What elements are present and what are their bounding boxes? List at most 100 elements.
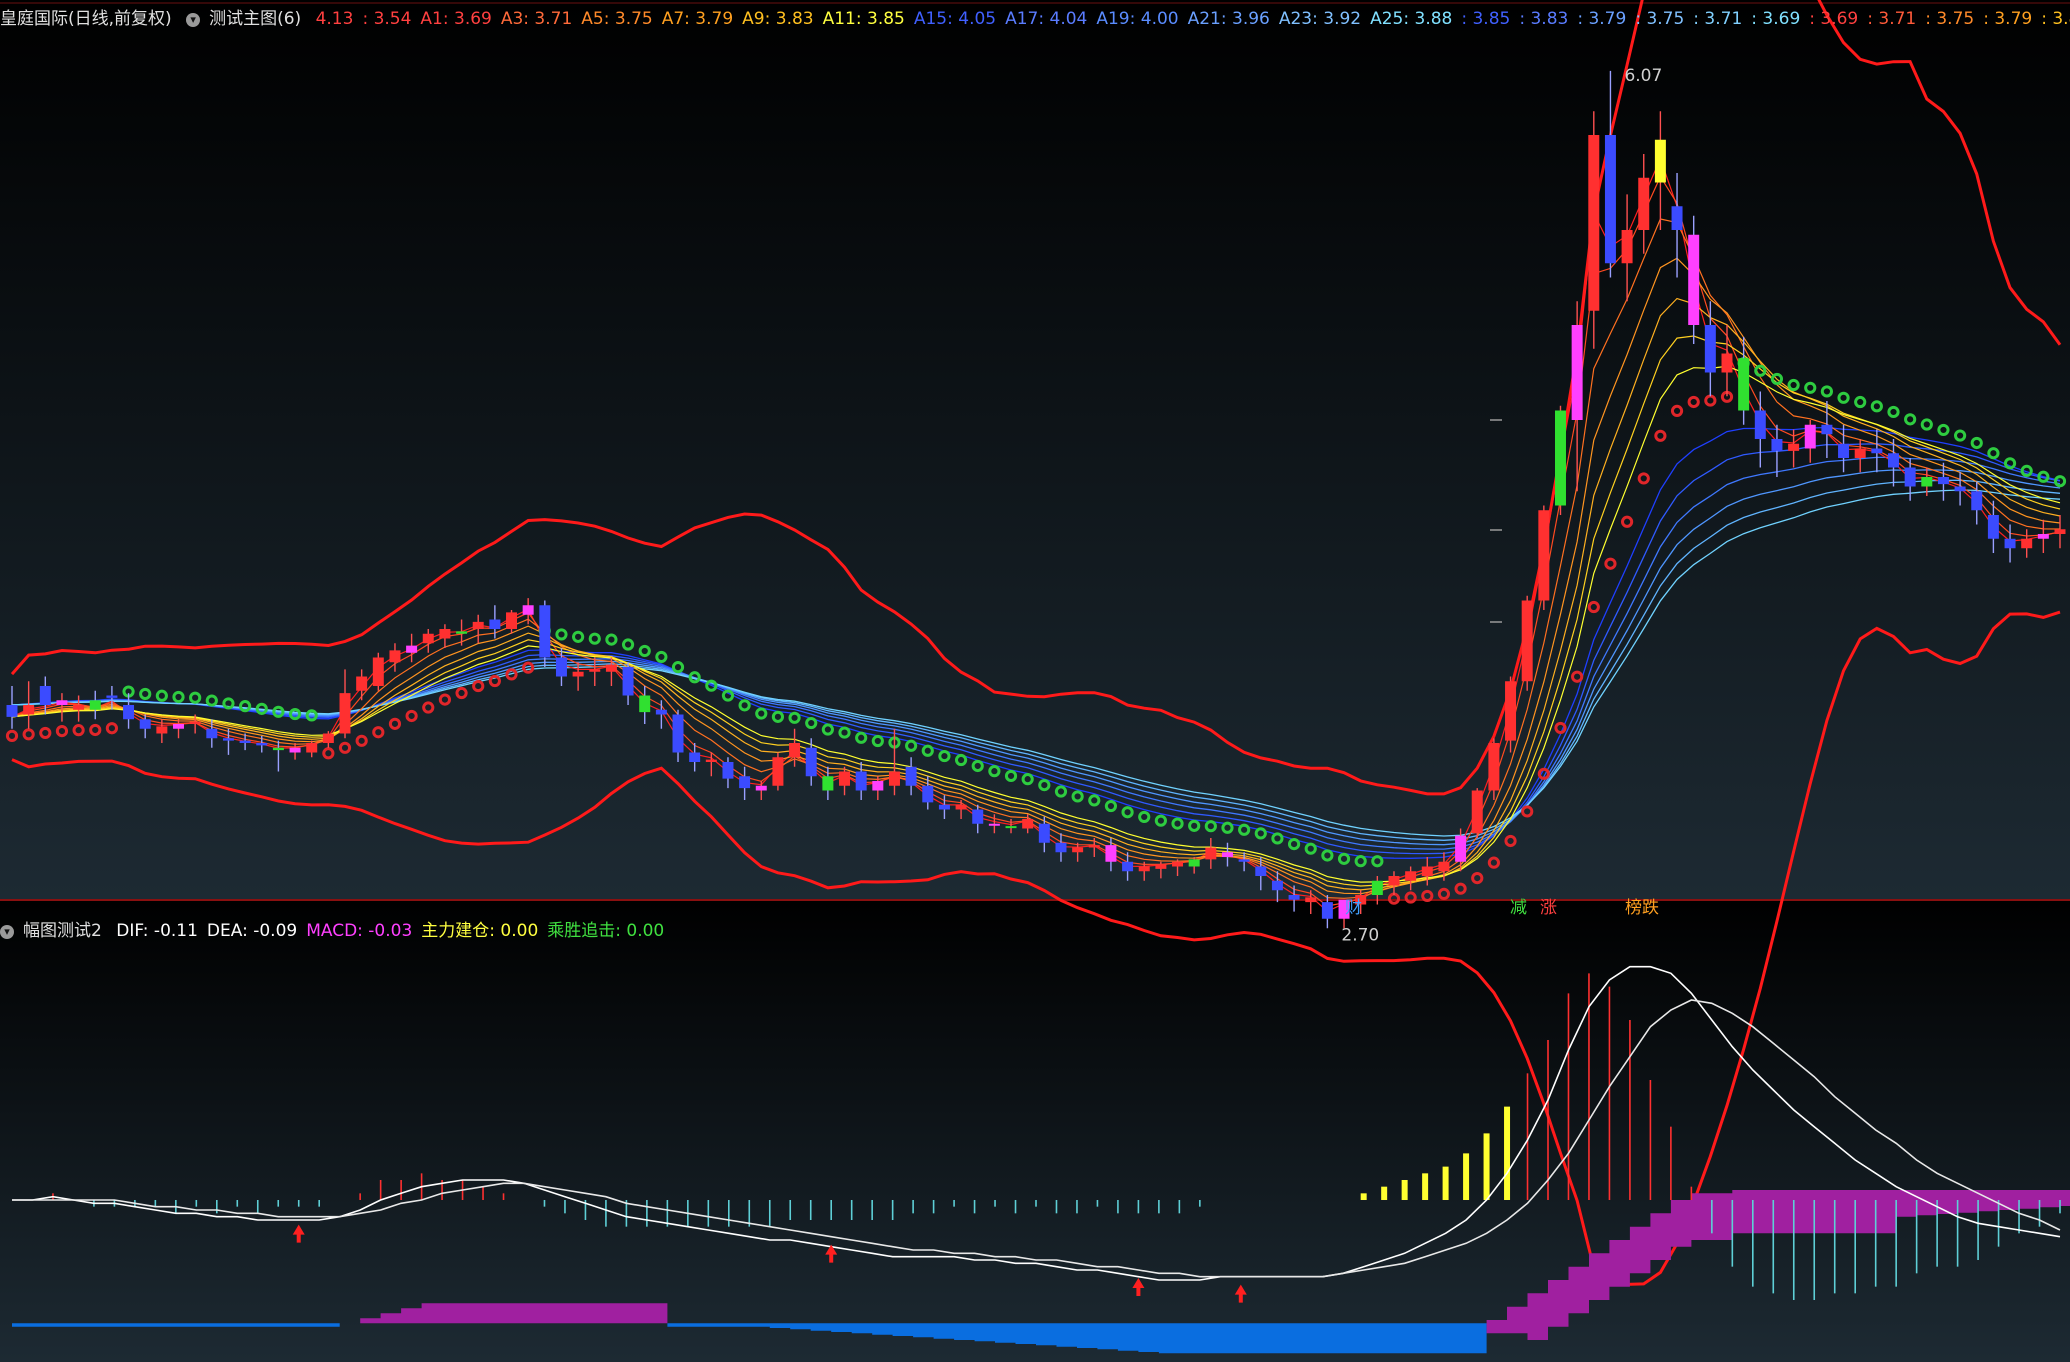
chart-canvas[interactable]: 6.072.70财减涨榜跌 (0, 0, 2070, 1362)
candle-body (1688, 234, 1700, 325)
candle-body (872, 781, 884, 791)
price-readout: 4.13: 3.54 A1: 3.69 A3: 3.71 A5: 3.75 A7: 3.… (316, 9, 2070, 29)
candle-body (1754, 410, 1766, 439)
candle-body (922, 785, 934, 803)
candle-body (1588, 135, 1600, 311)
candle-body (1371, 880, 1383, 895)
candle-body (1488, 743, 1500, 791)
price-value: : 3.75 (1635, 9, 1685, 29)
dropdown-circle-icon[interactable]: ▾ (0, 925, 14, 939)
price-value: : 3.83 (1519, 9, 1569, 29)
price-value: : 3.75 (1925, 9, 1975, 29)
candle-body (522, 605, 534, 615)
macd-readout: DIF: -0.11 DEA: -0.09 MACD: -0.03 主力建仓: 0.0… (116, 921, 673, 941)
candle-body (805, 747, 817, 777)
candle-body (39, 686, 51, 705)
candle-body (372, 657, 384, 686)
candle-body (1421, 866, 1433, 876)
indicator-name[interactable]: 测试主图(6) (209, 9, 301, 29)
candle-body (1138, 866, 1150, 872)
dropdown-circle-icon[interactable]: ▾ (186, 13, 201, 27)
candle-body (389, 650, 401, 663)
candle-body (1971, 491, 1983, 511)
candle-body (772, 757, 784, 786)
candle-body (789, 743, 801, 758)
candle-body (2021, 538, 2033, 549)
signal-label: 涨 (1540, 898, 1557, 918)
candle-body (1038, 823, 1050, 843)
candle-body (1871, 448, 1883, 454)
signal-label: 减 (1510, 898, 1527, 918)
candle-body (123, 705, 135, 720)
candle-body (722, 762, 734, 779)
candle-body (1554, 410, 1566, 506)
candle-body (106, 695, 118, 698)
candle-body (1505, 681, 1517, 741)
candle-body (206, 728, 218, 739)
candle-body (1005, 826, 1017, 829)
candle-body (1538, 510, 1550, 601)
candle-body (2054, 529, 2066, 534)
price-value: : 3.79 (1577, 9, 1627, 29)
candle-body (406, 645, 418, 653)
candle-body (1271, 880, 1283, 891)
candle-body (905, 766, 917, 786)
main-chart-header: 皇庭国际(日线,前复权) ▾ 测试主图(6) 4.13: 3.54 A1: 3.69… (0, 6, 2070, 32)
candle-body (322, 733, 334, 743)
candle-body (1921, 477, 1933, 487)
candle-body (1888, 453, 1899, 468)
candle-body (622, 667, 634, 696)
candle-body (456, 631, 468, 634)
price-value: A21: 3.96 (1187, 9, 1270, 29)
candle-body (1188, 859, 1200, 867)
price-value: : 3.54 (362, 9, 412, 29)
candle-body (1305, 897, 1317, 903)
candle-body (1904, 467, 1916, 487)
price-value: A19: 4.00 (1096, 9, 1179, 29)
candle-body (1088, 845, 1100, 848)
candle-body (955, 804, 967, 810)
candle-body (1255, 866, 1267, 876)
price-value: : 3.69 (1751, 9, 1801, 29)
candle-body (1838, 443, 1850, 458)
stock-title[interactable]: 皇庭国际(日线,前复权) (0, 9, 172, 29)
candle-body (1022, 819, 1034, 829)
macd-value: 主力建仓: 0.00 (421, 921, 539, 941)
candle-body (888, 771, 900, 786)
price-value: A15: 4.05 (913, 9, 997, 29)
candle-body (1072, 847, 1084, 853)
candle-body (1388, 876, 1400, 886)
candle-body (1155, 864, 1167, 869)
price-value: A17: 4.04 (1005, 9, 1088, 29)
candle-body (1172, 861, 1184, 867)
price-value: A25: 3.88 (1370, 9, 1453, 29)
candle-body (1321, 902, 1333, 919)
candle-body (472, 621, 484, 629)
high-price-label: 6.07 (1624, 66, 1662, 86)
candle-body (855, 771, 867, 791)
candle-body (1638, 177, 1650, 230)
candle-body (938, 804, 950, 810)
price-value: A23: 3.92 (1278, 9, 1362, 29)
candle-body (555, 657, 567, 677)
candle-body (1854, 448, 1866, 458)
candle-body (1671, 206, 1683, 230)
candle-body (1471, 790, 1483, 834)
candle-body (489, 619, 501, 629)
candle-body (839, 771, 851, 786)
candle-body (605, 664, 617, 672)
candle-body (988, 823, 1000, 826)
price-value: : 3.83 (2041, 9, 2070, 29)
candle-body (173, 724, 184, 729)
candle-body (1604, 135, 1616, 264)
candle-body (755, 785, 767, 791)
macd-value: DEA: -0.09 (206, 921, 298, 941)
candle-body (1105, 845, 1117, 862)
macd-value: 乘胜追击: 0.00 (547, 921, 665, 941)
candle-body (1521, 600, 1533, 682)
candle-body (439, 629, 451, 639)
candle-body (1205, 847, 1217, 860)
sub-indicator-name[interactable]: 幅图测试2 (23, 921, 102, 941)
candle-body (1571, 325, 1583, 420)
price-value: : 3.69 (1809, 9, 1859, 29)
